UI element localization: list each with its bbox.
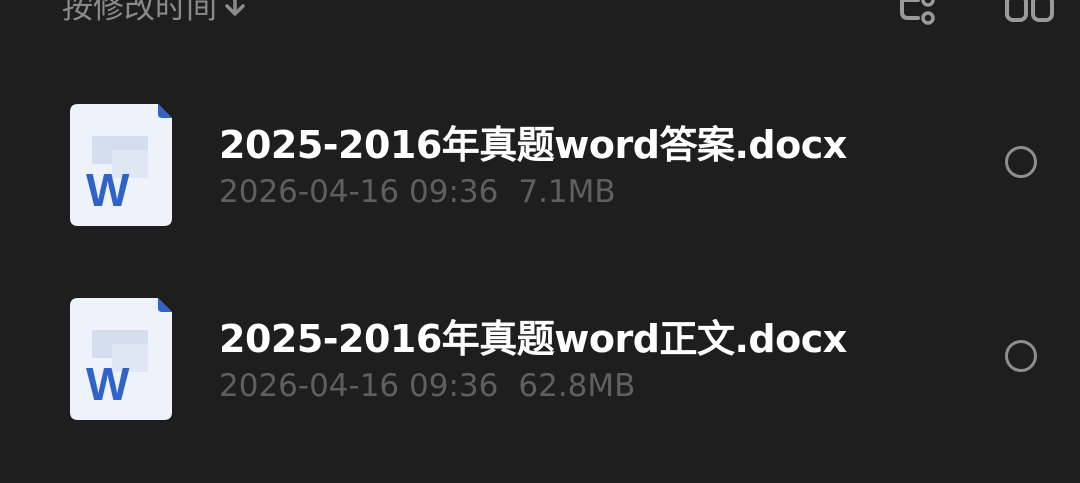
select-checkbox[interactable]: [1005, 146, 1037, 178]
file-list-item[interactable]: W 2025-2016年真题word正文.docx 2026-04-16 09:…: [0, 264, 1080, 458]
sort-by-modified-button[interactable]: 按修改时间: [62, 0, 247, 26]
grid-view-icon[interactable]: [1004, 0, 1056, 26]
file-name: 2025-2016年真题word正文.docx: [219, 317, 847, 361]
file-date: 2026-04-16 09:36: [219, 174, 499, 210]
file-list-item[interactable]: W 2025-2016年真题word答案.docx 2026-04-16 09:…: [0, 70, 1080, 264]
file-meta: 2026-04-16 09:36 7.1MB: [219, 174, 616, 210]
tree-view-icon[interactable]: [896, 0, 938, 26]
file-size: 62.8MB: [518, 368, 636, 404]
toolbar: 按修改时间: [0, 0, 1080, 40]
arrow-down-icon: [225, 0, 245, 16]
word-letter: W: [86, 358, 130, 410]
file-list: W 2025-2016年真题word答案.docx 2026-04-16 09:…: [0, 70, 1080, 458]
sort-label: 按修改时间: [62, 0, 217, 26]
word-doc-icon: W: [70, 104, 172, 226]
file-size: 7.1MB: [518, 174, 616, 210]
file-meta: 2026-04-16 09:36 62.8MB: [219, 368, 635, 404]
word-letter: W: [86, 164, 130, 216]
file-date: 2026-04-16 09:36: [219, 368, 499, 404]
select-checkbox[interactable]: [1005, 340, 1037, 372]
file-name: 2025-2016年真题word答案.docx: [219, 123, 847, 167]
word-doc-icon: W: [70, 298, 172, 420]
